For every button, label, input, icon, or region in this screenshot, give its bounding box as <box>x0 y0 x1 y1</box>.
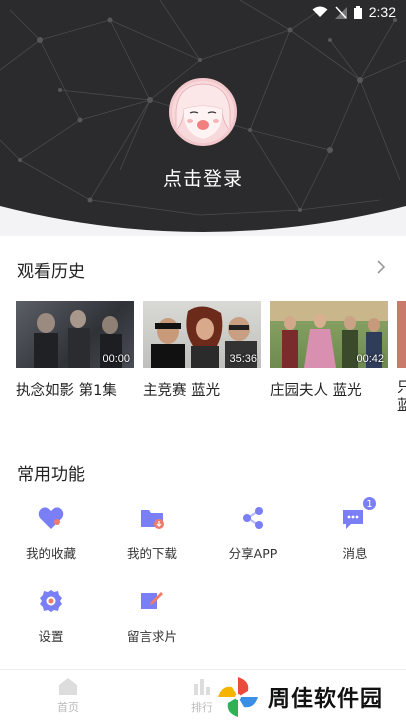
history-thumbnail <box>397 301 406 368</box>
history-list[interactable]: 00:00 执念如影 第1集 35:36 主竞赛 蓝光 00:42 庄园夫人 蓝… <box>16 301 406 411</box>
status-time: 2:32 <box>368 4 396 20</box>
wifi-icon <box>312 6 328 17</box>
share-icon <box>239 504 267 532</box>
history-item[interactable]: 00:42 庄园夫人 蓝光 <box>270 301 388 400</box>
settings-button[interactable]: 设置 <box>1 587 101 645</box>
cartoon-face-icon <box>175 83 231 139</box>
function-label: 分享APP <box>228 546 278 561</box>
download-folder-icon <box>138 504 166 532</box>
messages-button[interactable]: 1 消息 <box>305 496 405 562</box>
chevron-right-icon[interactable] <box>374 258 388 276</box>
ranking-icon <box>194 679 210 695</box>
function-label: 设置 <box>38 629 64 644</box>
history-title: 执念如影 第1集 <box>16 383 117 399</box>
avatar[interactable] <box>169 78 237 146</box>
history-title: 庄园夫人 蓝光 <box>270 383 362 399</box>
home-icon <box>59 678 77 695</box>
history-item[interactable]: 35:36 主竞赛 蓝光 <box>143 301 261 400</box>
history-title: 只蓝 <box>397 380 406 411</box>
heart-folder-icon <box>37 504 65 532</box>
history-section-title: 观看历史 <box>17 262 85 282</box>
no-signal-icon <box>334 5 347 19</box>
tab-label: 首页 <box>57 701 79 714</box>
tab-home[interactable]: 首页 <box>38 676 98 715</box>
downloads-button[interactable]: 我的下载 <box>102 504 202 562</box>
pinwheel-logo-icon <box>218 677 258 717</box>
watermark: 周佳软件园 <box>212 673 406 721</box>
history-duration: 00:42 <box>356 353 384 365</box>
function-label: 留言求片 <box>126 629 177 644</box>
history-thumbnail: 35:36 <box>143 301 261 368</box>
function-label: 我的收藏 <box>25 546 76 561</box>
battery-icon <box>353 5 362 19</box>
gear-icon <box>37 587 65 615</box>
function-label: 我的下载 <box>126 546 177 561</box>
functions-section-title: 常用功能 <box>17 465 85 485</box>
profile-header: 2:32 点击登录 <box>0 0 406 236</box>
history-duration: 35:36 <box>229 353 257 365</box>
watermark-text: 周佳软件园 <box>268 687 384 712</box>
history-title: 主竞赛 蓝光 <box>143 383 221 399</box>
history-item[interactable]: 只蓝 <box>397 301 406 411</box>
history-thumbnail: 00:42 <box>270 301 388 368</box>
history-item[interactable]: 00:00 执念如影 第1集 <box>16 301 134 400</box>
favorites-button[interactable]: 我的收藏 <box>1 504 101 562</box>
message-badge: 1 <box>362 496 377 511</box>
history-duration: 00:00 <box>102 353 130 365</box>
feedback-icon <box>138 587 166 615</box>
share-app-button[interactable]: 分享APP <box>203 504 303 562</box>
history-thumbnail: 00:00 <box>16 301 134 368</box>
status-bar: 2:32 <box>0 0 406 24</box>
request-movie-button[interactable]: 留言求片 <box>102 587 202 645</box>
message-icon: 1 <box>341 496 377 532</box>
login-link[interactable]: 点击登录 <box>0 164 406 191</box>
function-label: 消息 <box>342 546 368 561</box>
